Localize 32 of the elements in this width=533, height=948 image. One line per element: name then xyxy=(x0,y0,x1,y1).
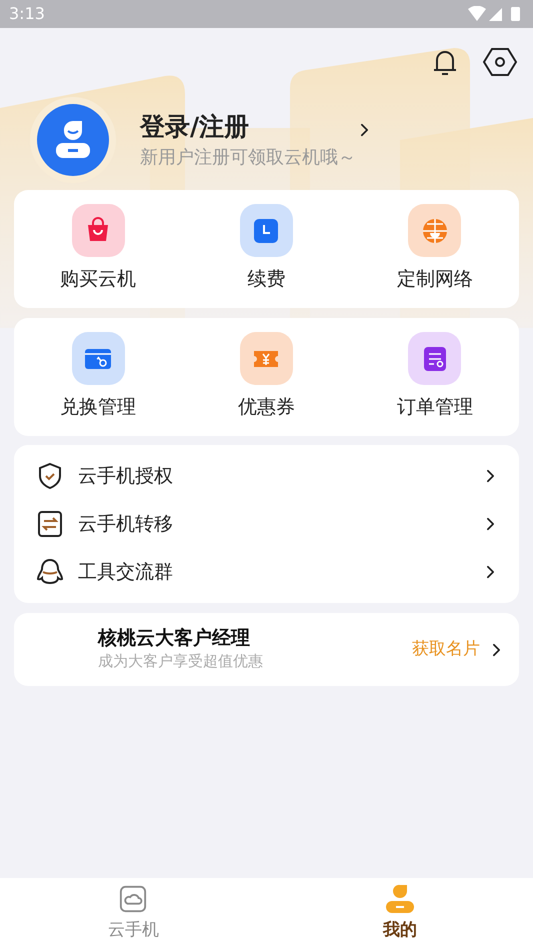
chevron-right-icon xyxy=(486,469,495,483)
shortcut-button[interactable]: 订单管理 xyxy=(350,332,519,422)
order-search-icon xyxy=(408,332,462,386)
shortcut-button[interactable]: 购买云机 xyxy=(14,204,182,294)
status-time: 3:13 xyxy=(9,3,45,25)
shortcut-button[interactable]: 兑换管理 xyxy=(14,332,182,422)
menu-item[interactable]: 云手机转移 xyxy=(14,500,519,548)
shortcut-button[interactable]: 续费 xyxy=(182,204,351,294)
manager-subtitle: 成为大客户享受超值优惠 xyxy=(98,651,264,672)
chevron-right-icon xyxy=(360,123,369,137)
shield-check-icon xyxy=(37,462,63,490)
login-subtitle: 新用户注册可领取云机哦～ xyxy=(140,146,356,170)
person-icon xyxy=(384,884,415,914)
coupon-icon xyxy=(240,332,293,386)
card-key-icon xyxy=(72,332,125,386)
shortcut-button[interactable]: 定制网络 xyxy=(350,204,519,294)
tab[interactable]: 我的 xyxy=(266,878,533,948)
transfer-arrows-icon xyxy=(37,510,63,538)
penguin-icon xyxy=(36,558,64,586)
chevron-right-icon xyxy=(492,642,501,656)
globe-gear-icon xyxy=(408,204,462,258)
menu-item[interactable]: 工具交流群 xyxy=(14,548,519,596)
manager-title: 核桃云大客户经理 xyxy=(98,626,251,650)
chevron-right-icon xyxy=(486,565,495,579)
shopping-bag-icon xyxy=(72,204,125,258)
cloud-icon xyxy=(119,884,148,914)
clock-icon xyxy=(240,204,293,258)
login-title[interactable]: 登录/注册 xyxy=(140,110,356,144)
shortcut-button[interactable]: 优惠券 xyxy=(182,332,351,422)
menu-item[interactable]: 云手机授权 xyxy=(14,452,519,500)
settings-icon[interactable] xyxy=(483,46,517,78)
chevron-right-icon xyxy=(486,517,495,531)
